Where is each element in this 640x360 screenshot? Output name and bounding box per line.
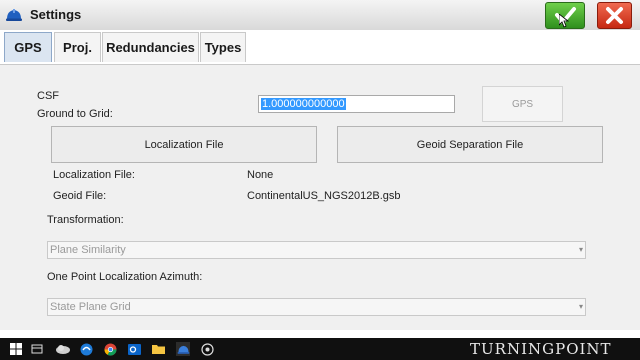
csf-input[interactable]: 1.000000000000: [258, 95, 455, 113]
close-button[interactable]: [597, 2, 632, 29]
chevron-down-icon: ▾: [578, 245, 583, 254]
windows-start-icon[interactable]: [9, 342, 23, 356]
settings-app-icon[interactable]: [200, 342, 214, 356]
title-bar: [0, 0, 640, 31]
transformation-label: Transformation:: [47, 214, 124, 226]
mouse-cursor-icon: [558, 13, 570, 28]
watermark-logo: TURNINGPOINT: [470, 340, 612, 358]
gps-button[interactable]: GPS: [482, 86, 563, 122]
outlook-icon[interactable]: [127, 342, 141, 356]
app-hardhat-icon[interactable]: [176, 342, 190, 356]
azimuth-label: One Point Localization Azimuth:: [47, 271, 203, 283]
chevron-down-icon: ▾: [578, 302, 583, 311]
geoid-separation-file-button[interactable]: Geoid Separation File: [337, 126, 603, 163]
window-title: Settings: [30, 7, 82, 22]
edge-icon[interactable]: [79, 342, 93, 356]
tab-types[interactable]: Types: [200, 32, 246, 62]
tab-gps[interactable]: GPS: [4, 32, 52, 62]
localization-file-label: Localization File:: [53, 169, 135, 181]
transformation-value: Plane Similarity: [50, 244, 126, 256]
geoid-file-value: ContinentalUS_NGS2012B.gsb: [247, 190, 401, 202]
transformation-dropdown[interactable]: Plane Similarity ▾: [47, 241, 586, 259]
chrome-icon[interactable]: [103, 342, 117, 356]
csf-label: CSF: [37, 90, 59, 102]
hardhat-icon: [5, 6, 23, 24]
cloud-icon[interactable]: [54, 342, 72, 356]
task-view-icon[interactable]: [30, 342, 44, 356]
azimuth-value: State Plane Grid: [50, 301, 131, 313]
tab-proj[interactable]: Proj.: [54, 32, 101, 62]
ground-to-grid-label: Ground to Grid:: [37, 108, 113, 120]
file-explorer-icon[interactable]: [151, 342, 165, 356]
csf-value: 1.000000000000: [261, 98, 346, 110]
close-x-icon: [606, 7, 623, 24]
geoid-file-label: Geoid File:: [53, 190, 107, 202]
tab-redundancies[interactable]: Redundancies: [102, 32, 199, 62]
localization-file-button[interactable]: Localization File: [51, 126, 317, 163]
localization-file-value: None: [247, 169, 274, 181]
azimuth-dropdown[interactable]: State Plane Grid ▾: [47, 298, 586, 316]
